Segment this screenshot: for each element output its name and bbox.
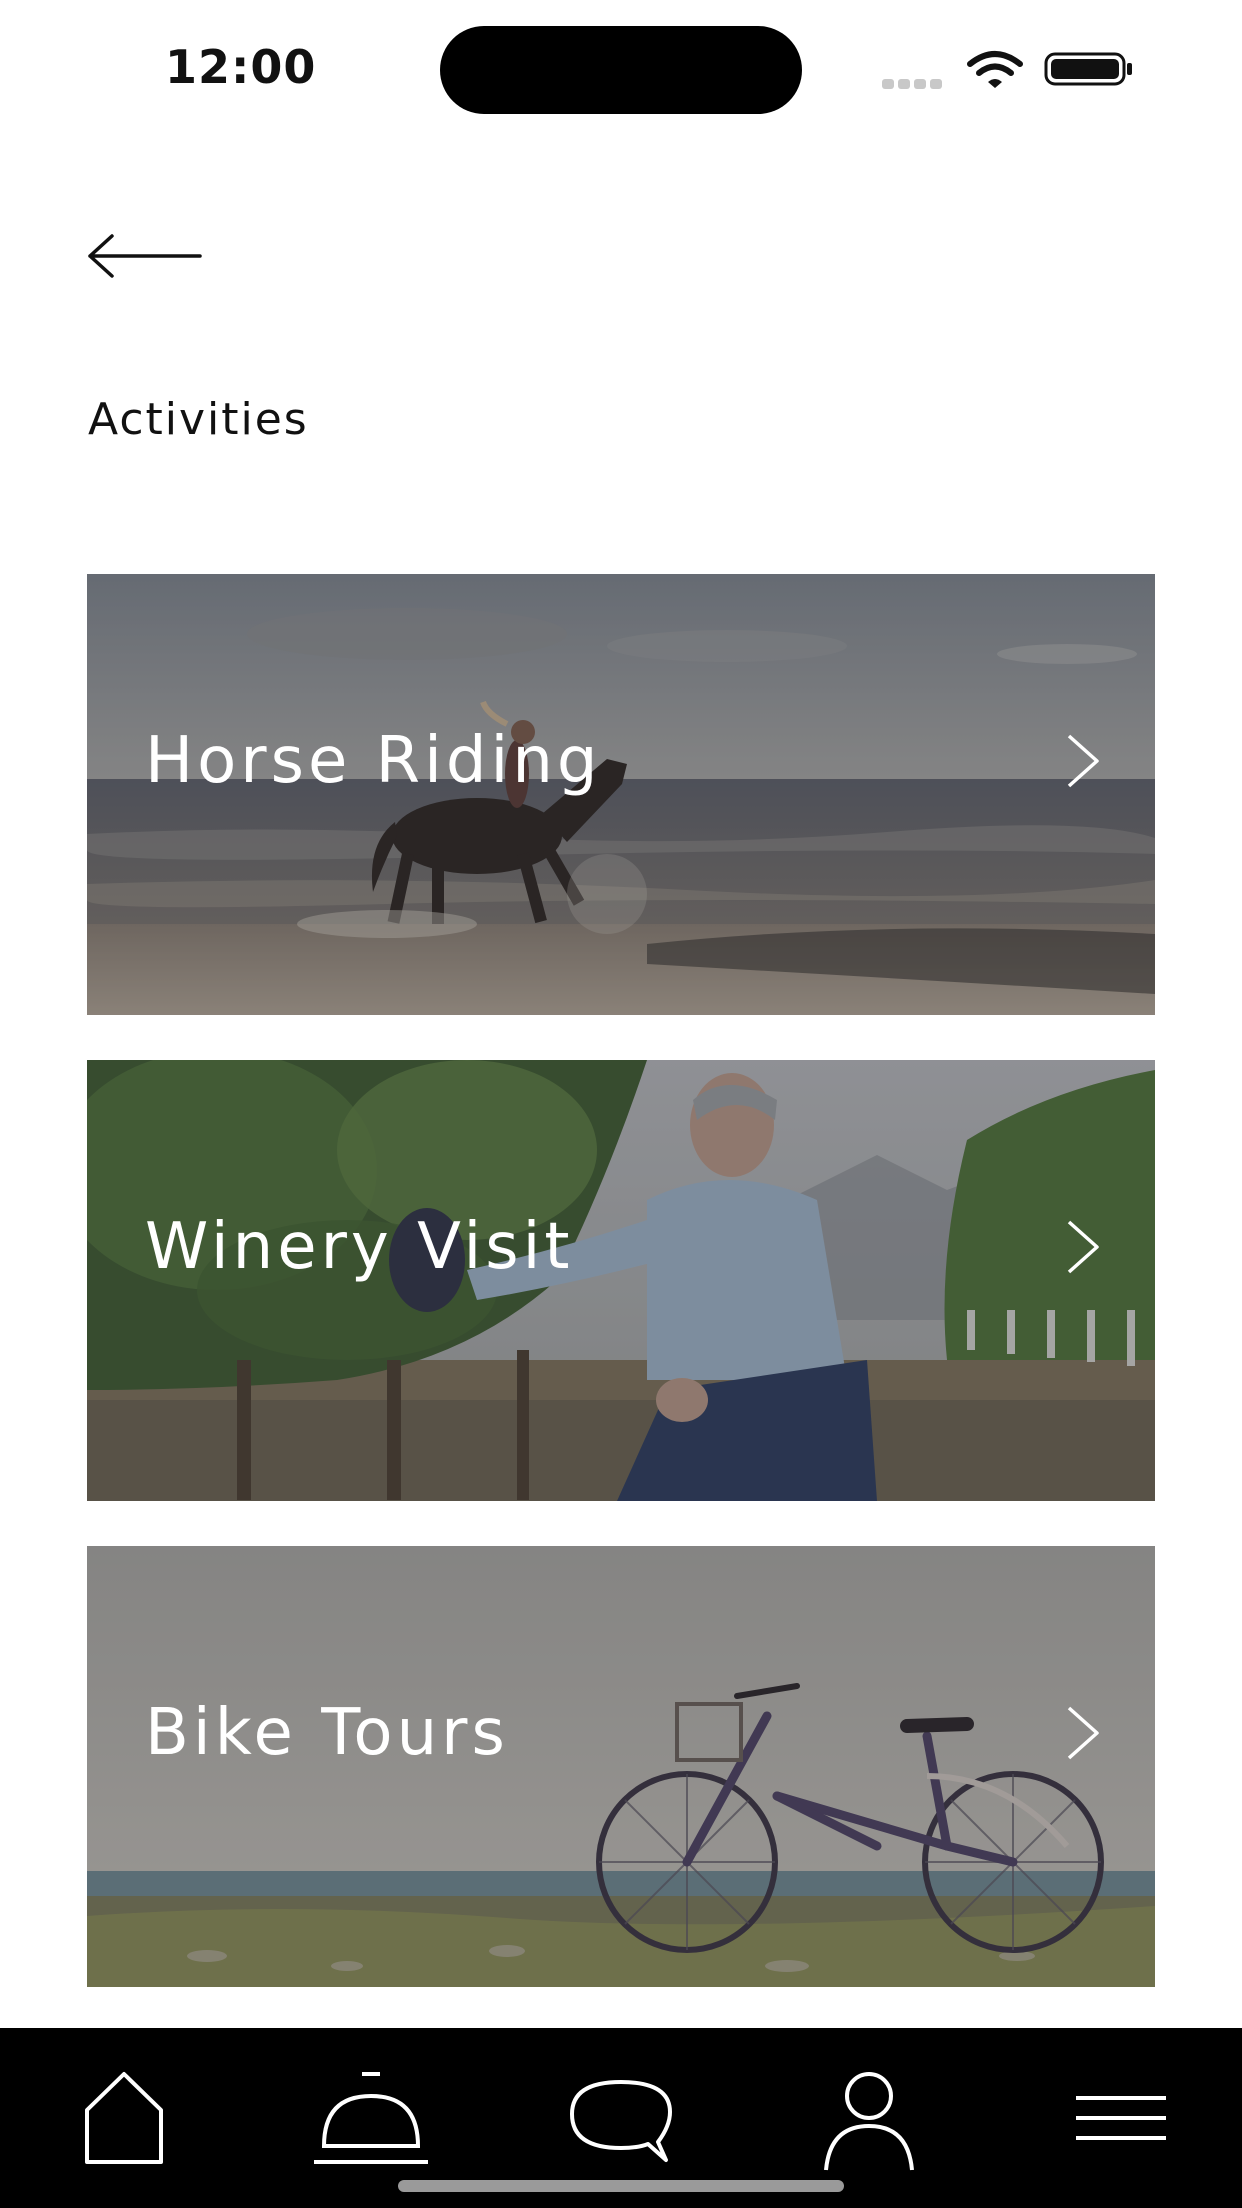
chat-bubble-icon (570, 2080, 672, 2162)
status-bar: 12:00 (0, 0, 1242, 140)
menu-icon (1076, 2096, 1166, 2140)
dynamic-island (440, 26, 802, 114)
back-arrow-icon[interactable] (86, 230, 206, 282)
tab-menu[interactable] (1062, 2062, 1182, 2172)
status-time: 12:00 (165, 40, 317, 94)
cellular-signal-icon (882, 74, 946, 89)
user-profile-icon (824, 2072, 914, 2171)
home-indicator (398, 2180, 844, 2192)
tab-concierge[interactable] (310, 2062, 432, 2172)
page-title: Activities (88, 394, 309, 445)
activity-label: Bike Tours (145, 1696, 509, 1770)
tab-chat[interactable] (566, 2062, 676, 2172)
chevron-right-icon (1067, 1706, 1099, 1760)
tab-home[interactable] (69, 2062, 179, 2172)
activity-label: Horse Riding (145, 724, 602, 798)
activity-card-bike-tours[interactable]: Bike Tours (87, 1546, 1155, 1987)
activity-card-horse-riding[interactable]: Horse Riding (87, 574, 1155, 1015)
home-icon (85, 2072, 163, 2164)
tab-profile[interactable] (814, 2062, 924, 2172)
chevron-right-icon (1067, 734, 1099, 788)
wifi-icon (967, 51, 1023, 88)
battery-icon (1044, 52, 1132, 86)
concierge-bell-icon (314, 2072, 428, 2164)
activity-card-winery-visit[interactable]: Winery Visit (87, 1060, 1155, 1501)
chevron-right-icon (1067, 1220, 1099, 1274)
activity-label: Winery Visit (145, 1210, 574, 1284)
